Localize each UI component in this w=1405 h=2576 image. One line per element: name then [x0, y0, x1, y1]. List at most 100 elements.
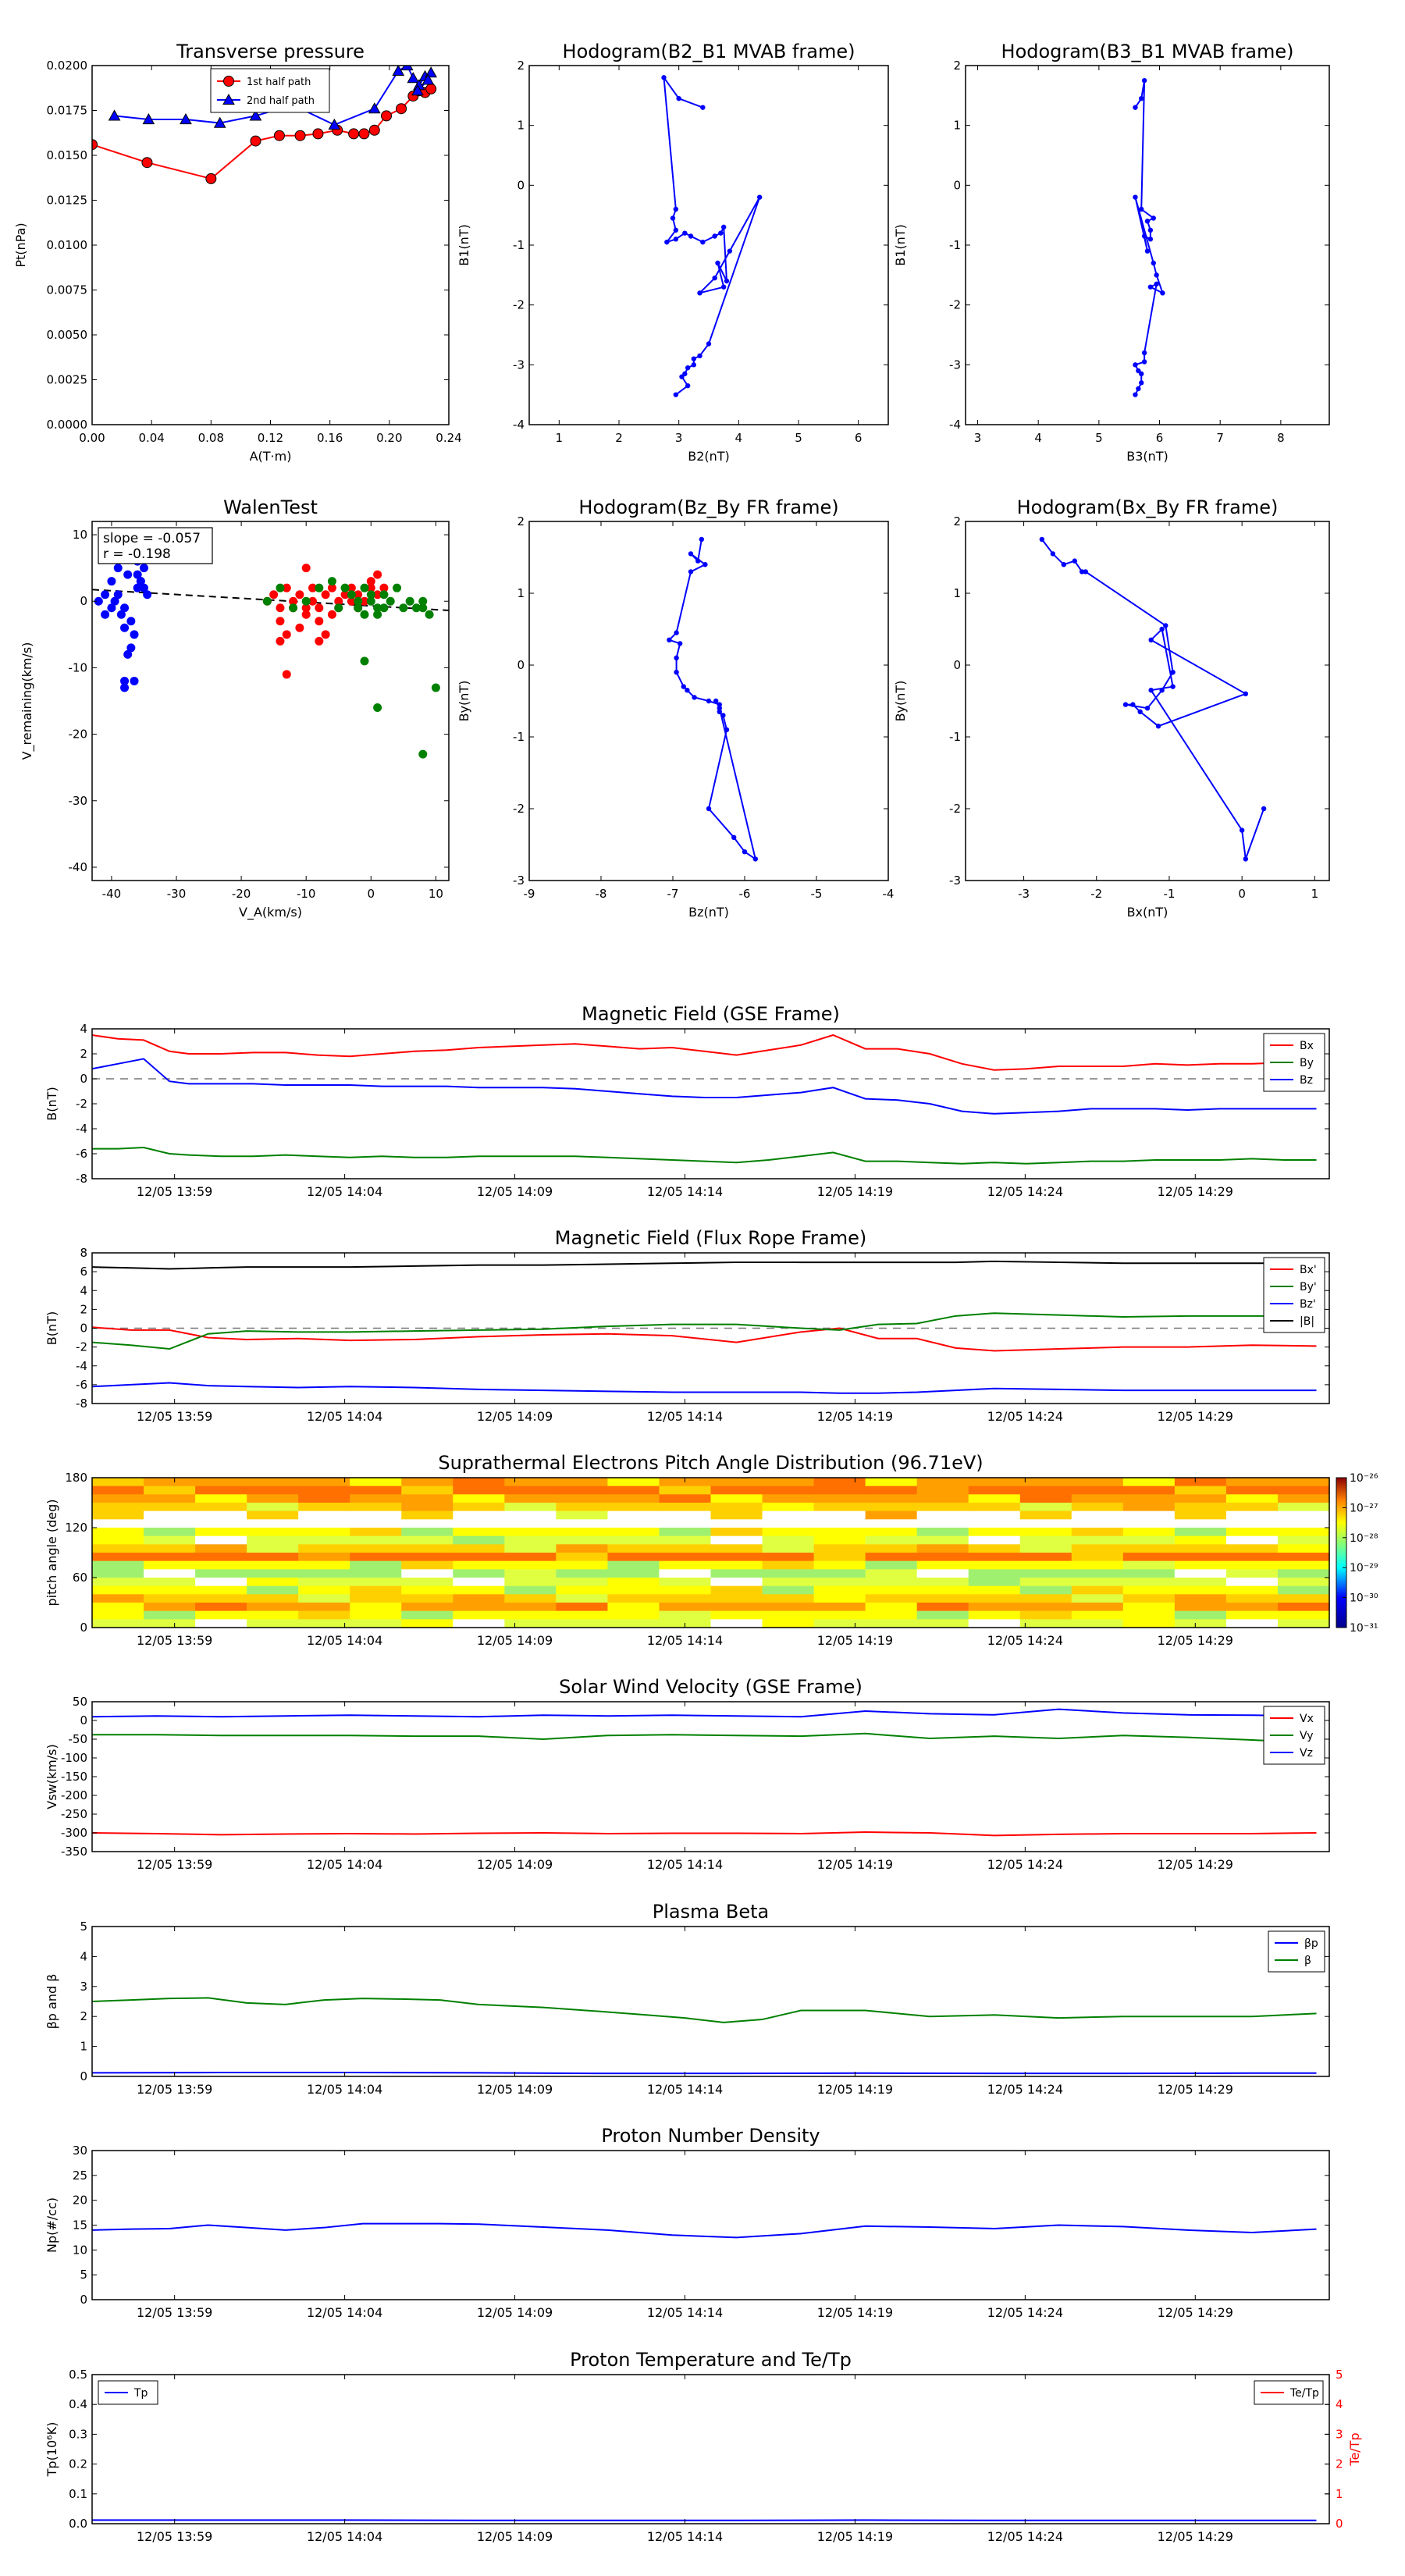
pad-cell	[710, 1553, 763, 1562]
pad-cell	[350, 1594, 402, 1603]
pad-time-tick-label: 12/05 14:19	[817, 1633, 893, 1648]
pad-cell	[968, 1569, 1021, 1578]
pad-ytick-label: 60	[73, 1571, 87, 1585]
pad-cell	[1277, 1619, 1330, 1628]
pad-cell	[813, 1619, 866, 1628]
pad-cell	[504, 1519, 557, 1528]
chart-proton_density: Proton Number Density Np(#/cc) 0 5 10 15 20 25 3…	[44, 2125, 1330, 2320]
hodogram-bzby-point	[674, 630, 679, 635]
pad-cell	[1174, 1544, 1227, 1553]
pad-cell	[504, 1494, 557, 1503]
pad-cell	[968, 1553, 1021, 1562]
mag-gse-legend-label: By	[1300, 1057, 1314, 1069]
pad-cell	[504, 1553, 557, 1562]
hodogram-b3b1-plot-area	[1133, 77, 1165, 397]
pad-cell	[92, 1619, 144, 1628]
pad-cell	[1122, 1519, 1176, 1528]
pad-cell	[1174, 1485, 1227, 1495]
pad-cell	[710, 1510, 763, 1520]
sw-velocity-time-tick-label: 12/05 14:04	[307, 1857, 382, 1872]
pad-cell	[607, 1485, 660, 1495]
hodogram-b2b1-xtick-label: 6	[855, 431, 863, 445]
mag-gse-ytick-label: 0	[80, 1072, 87, 1086]
pad-cell	[298, 1510, 350, 1520]
pad-cell	[247, 1478, 299, 1487]
pad-cell	[144, 1603, 196, 1612]
pad-cell	[916, 1519, 969, 1528]
pad-cell	[1277, 1478, 1330, 1487]
pad-cell	[1174, 1603, 1227, 1612]
pad-cell	[1277, 1544, 1330, 1553]
transverse-pressure-point	[312, 128, 324, 140]
hodogram-bxby-point	[1039, 536, 1045, 543]
hodogram-bzby-point	[706, 698, 712, 704]
pad-cell	[1174, 1619, 1227, 1628]
pad-cell	[350, 1494, 402, 1503]
mag-gse-time-tick-label: 12/05 14:29	[1158, 1184, 1233, 1199]
mag-fr-series-line	[92, 1312, 1317, 1350]
hodogram-bzby-point	[674, 670, 679, 675]
hodogram-bzby-point	[678, 641, 683, 646]
transverse-pressure-xtick-label: 0.16	[317, 431, 343, 445]
pad-cell	[453, 1528, 505, 1537]
hodogram-bzby-xtick-label: -7	[667, 887, 679, 901]
pad-cell	[813, 1560, 866, 1570]
hodogram-bzby-point	[667, 637, 672, 642]
pad-cell	[1122, 1535, 1176, 1545]
pad-cell	[762, 1528, 815, 1537]
hodogram-bxby-point	[1243, 856, 1249, 862]
hodogram-b2b1-point	[688, 233, 694, 239]
pad-cell	[607, 1594, 660, 1603]
pad-cell	[195, 1478, 247, 1487]
walen-test-point	[301, 564, 311, 573]
pad-cell	[916, 1569, 969, 1578]
hodogram-b2b1-point	[691, 362, 697, 368]
proton-density-time-tick-label: 12/05 14:24	[987, 2305, 1063, 2320]
hodogram-b2b1-ylabel: B1(nT)	[457, 224, 471, 266]
walen-test-ytick-label: -40	[69, 860, 88, 874]
pad-cell	[92, 1478, 144, 1487]
pad-cell	[401, 1478, 454, 1487]
chart-pad: Suprathermal Electrons Pitch Angle Distr…	[44, 1452, 1378, 1648]
pad-cell	[350, 1553, 402, 1562]
pad-ytick-label: 120	[65, 1521, 87, 1535]
hodogram-bxby-point	[1148, 637, 1154, 642]
pad-cell	[247, 1619, 299, 1628]
pad-cell	[916, 1553, 969, 1562]
hodogram-bzby-xtick-label: -6	[739, 887, 751, 901]
proton-density-ytick-label: 5	[80, 2268, 87, 2282]
pad-cell	[659, 1510, 712, 1520]
chart-hodogram_bzby: Hodogram(Bz_By FR frame) Bz(nT) By(nT) -9 -8…	[457, 496, 894, 920]
pad-cell	[247, 1603, 299, 1612]
walen-test-point	[315, 583, 324, 592]
pad-cell	[916, 1619, 969, 1628]
pad-cell	[968, 1519, 1021, 1528]
pad-cell	[298, 1603, 350, 1612]
pad-cell	[1277, 1610, 1330, 1620]
sw-velocity-series-line	[92, 1831, 1317, 1837]
hodogram-b3b1-point	[1141, 77, 1147, 84]
sw-velocity-series-line	[92, 1708, 1317, 1718]
pad-cell	[916, 1578, 969, 1587]
pad-cell	[1071, 1494, 1124, 1503]
pad-cell	[762, 1619, 815, 1628]
pad-cell	[247, 1544, 299, 1553]
proton-temperature-ytick-right-label: 1	[1336, 2487, 1343, 2501]
pad-cell	[504, 1503, 557, 1512]
pad-cell	[1019, 1578, 1072, 1587]
walen-test-point	[393, 583, 402, 592]
pad-cell	[1019, 1503, 1072, 1512]
hodogram-b3b1-point	[1139, 206, 1144, 212]
transverse-pressure-ytick-label: 0.0200	[47, 59, 88, 73]
hodogram-b2b1-ytick-label: -2	[513, 298, 525, 312]
pad-cell	[813, 1544, 866, 1553]
hodogram-bxby-point	[1137, 709, 1143, 714]
pad-cell	[92, 1585, 144, 1595]
pad-cell	[865, 1544, 918, 1553]
proton-density-ytick-label: 10	[73, 2243, 87, 2257]
transverse-pressure-point	[108, 109, 121, 121]
walen-test-point	[315, 617, 324, 626]
hodogram-bzby-point	[692, 695, 697, 700]
walen-test-point	[136, 577, 145, 586]
hodogram-b2b1-xtick-label: 5	[795, 431, 802, 445]
